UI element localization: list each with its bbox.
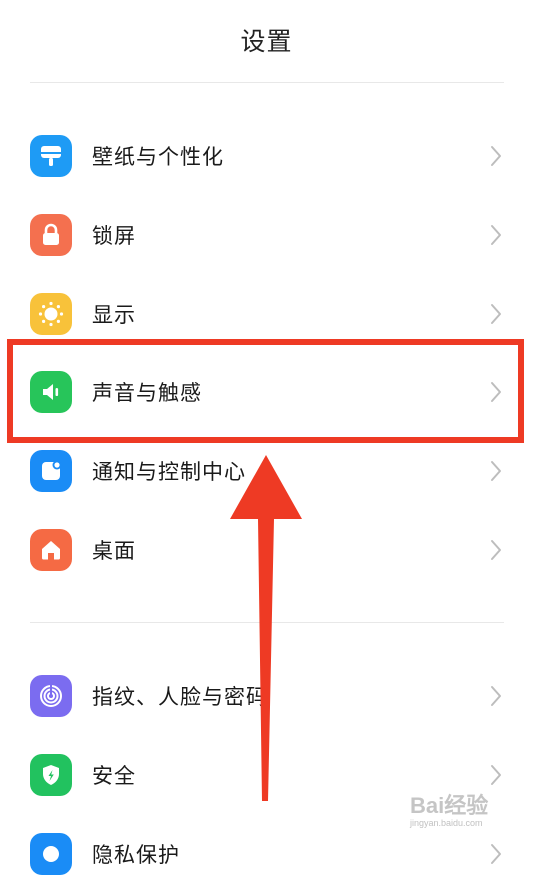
settings-item-lock-screen[interactable]: 锁屏 [0,196,533,274]
chevron-right-icon [491,461,501,481]
chevron-right-icon [491,146,501,166]
settings-item-label: 壁纸与个性化 [92,145,224,169]
settings-item-security[interactable]: 安全 [0,736,533,814]
chevron-right-icon [491,686,501,706]
settings-item-fingerprint-face-password[interactable]: 指纹、人脸与密码 [0,657,533,735]
chevron-right-icon [491,765,501,785]
wallpaper-icon [30,135,72,177]
chevron-right-icon [491,540,501,560]
settings-item-display[interactable]: 显示 [0,275,533,353]
privacy-icon [30,833,72,875]
settings-item-label: 隐私保护 [92,843,180,867]
settings-item-label: 指纹、人脸与密码 [92,685,268,709]
fingerprint-icon [30,675,72,717]
settings-item-sound-haptics[interactable]: 声音与触感 [0,353,533,431]
group-divider [30,622,504,623]
chevron-right-icon [491,382,501,402]
header: 设置 [0,0,533,82]
settings-item-label: 声音与触感 [92,381,202,405]
settings-item-label: 通知与控制中心 [92,460,246,484]
settings-item-notifications[interactable]: 通知与控制中心 [0,432,533,510]
settings-item-label: 安全 [92,764,136,788]
header-divider [30,82,504,83]
page-title: 设置 [240,27,293,56]
sun-icon [30,293,72,335]
lock-icon [30,214,72,256]
settings-item-label: 显示 [92,303,136,327]
settings-item-label: 锁屏 [92,224,136,248]
settings-item-desktop[interactable]: 桌面 [0,511,533,589]
settings-item-label: 桌面 [92,539,136,563]
settings-item-wallpaper[interactable]: 壁纸与个性化 [0,117,533,195]
chevron-right-icon [491,304,501,324]
home-icon [30,529,72,571]
notification-icon [30,450,72,492]
speaker-icon [30,371,72,413]
settings-item-privacy[interactable]: 隐私保护 [0,815,533,893]
shield-icon [30,754,72,796]
chevron-right-icon [491,225,501,245]
